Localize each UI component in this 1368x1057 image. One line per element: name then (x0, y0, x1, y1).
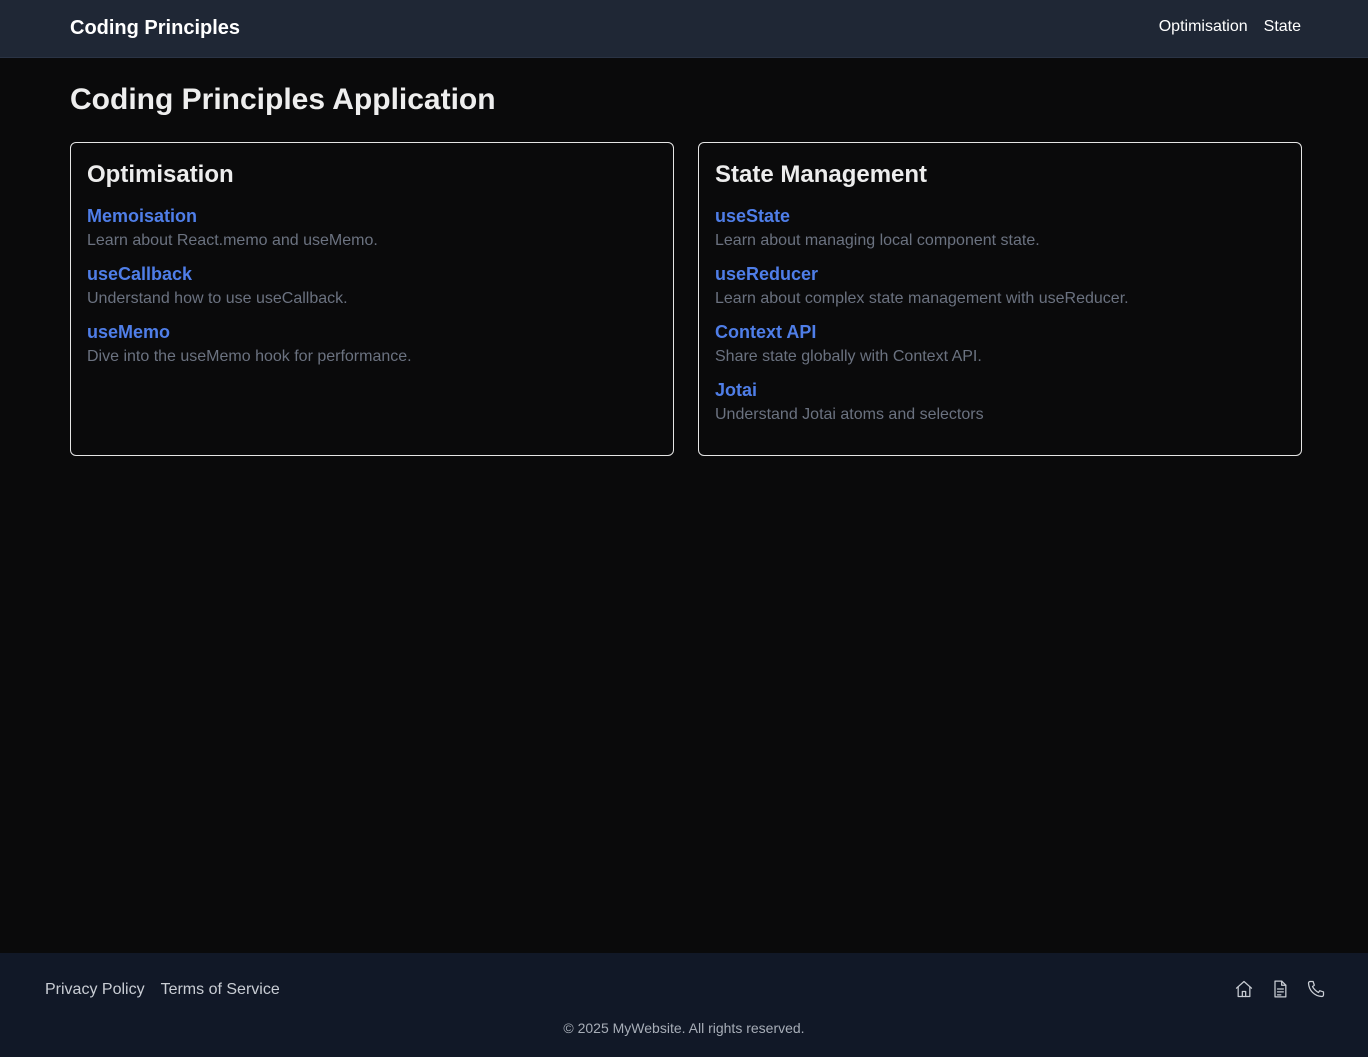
privacy-policy-link[interactable]: Privacy Policy (45, 980, 145, 1000)
footer-icons (1234, 979, 1326, 999)
nav-link-state[interactable]: State (1264, 17, 1301, 37)
card-title: Optimisation (87, 161, 234, 188)
site-footer: Privacy Policy Terms of Service © 2025 M… (0, 953, 1368, 1057)
document-icon[interactable] (1270, 979, 1290, 999)
home-icon[interactable] (1234, 979, 1254, 999)
topic-description: Understand Jotai atoms and selectors (715, 406, 984, 423)
topic-link-usecallback[interactable]: useCallback (87, 263, 657, 285)
topic-link-usestate[interactable]: useState (715, 205, 1285, 227)
state-management-card: State Management useState Learn about ma… (698, 142, 1302, 456)
topic-link-usememo[interactable]: useMemo (87, 321, 657, 343)
topic-description: Share state globally with Context API. (715, 348, 982, 365)
topic-item: useCallback Understand how to use useCal… (87, 263, 657, 311)
nav-link-optimisation[interactable]: Optimisation (1159, 17, 1248, 37)
topic-item: Memoisation Learn about React.memo and u… (87, 205, 657, 253)
topic-link-memoisation[interactable]: Memoisation (87, 205, 657, 227)
copyright-text: © 2025 MyWebsite. All rights reserved. (563, 1020, 805, 1036)
phone-icon[interactable] (1306, 979, 1326, 999)
topic-description: Understand how to use useCallback. (87, 290, 348, 307)
topic-description: Learn about complex state management wit… (715, 290, 1129, 307)
topic-description: Dive into the useMemo hook for performan… (87, 348, 412, 365)
brand-link[interactable]: Coding Principles (70, 16, 240, 40)
card-title: State Management (715, 161, 928, 188)
topic-item: Jotai Understand Jotai atoms and selecto… (715, 379, 1285, 427)
topic-link-usereducer[interactable]: useReducer (715, 263, 1285, 285)
topic-description: Learn about React.memo and useMemo. (87, 232, 378, 249)
page: Coding Principles Optimisation State Cod… (0, 0, 1368, 1057)
page-title: Coding Principles Application (70, 83, 496, 116)
footer-links: Privacy Policy Terms of Service (45, 980, 280, 1000)
topic-item: Context API Share state globally with Co… (715, 321, 1285, 369)
terms-of-service-link[interactable]: Terms of Service (161, 980, 280, 1000)
topic-item: useReducer Learn about complex state man… (715, 263, 1285, 311)
site-header: Coding Principles Optimisation State (0, 0, 1368, 58)
topic-link-jotai[interactable]: Jotai (715, 379, 1285, 401)
main-nav: Optimisation State (1159, 17, 1301, 37)
topic-link-context-api[interactable]: Context API (715, 321, 1285, 343)
optimisation-card: Optimisation Memoisation Learn about Rea… (70, 142, 674, 456)
topic-item: useState Learn about managing local comp… (715, 205, 1285, 253)
topic-item: useMemo Dive into the useMemo hook for p… (87, 321, 657, 369)
topic-description: Learn about managing local component sta… (715, 232, 1040, 249)
